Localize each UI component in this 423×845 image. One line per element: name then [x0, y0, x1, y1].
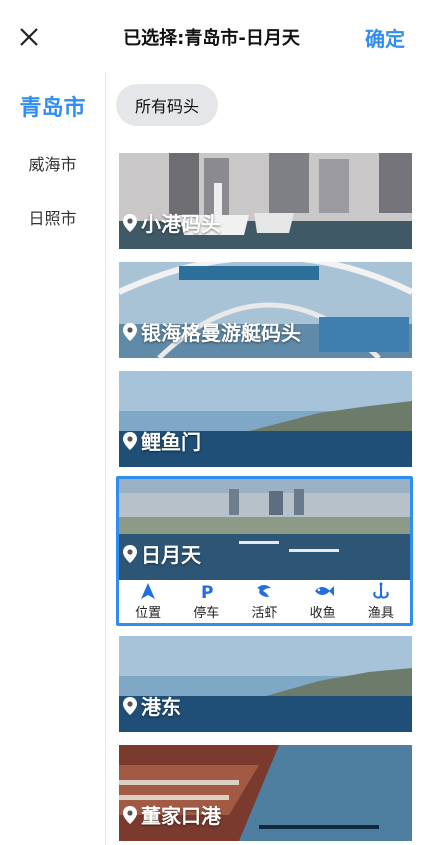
action-label: 收鱼: [309, 606, 336, 621]
dock-card-dongjiakou[interactable]: 董家口港: [119, 745, 412, 841]
location-pin-icon: [123, 431, 137, 450]
action-label: 渔具: [367, 606, 394, 621]
dock-name: 港东: [141, 695, 181, 719]
action-location[interactable]: 位置: [135, 582, 161, 621]
sidebar-divider: [105, 72, 106, 845]
dock-name: 银海格曼游艇码头: [141, 321, 301, 345]
dock-card-xiaogang[interactable]: 小港码头: [119, 153, 412, 249]
page-title: 已选择:青岛市-日月天: [123, 28, 300, 49]
dock-card-gangdong[interactable]: 港东: [119, 636, 412, 732]
location-pin-icon: [123, 213, 137, 232]
dock-name-row: 银海格曼游艇码头: [123, 317, 301, 346]
city-sidebar: 青岛市 威海市 日照市: [0, 72, 105, 845]
action-fishing-gear[interactable]: 渔具: [368, 582, 394, 621]
dock-name: 鲤鱼门: [141, 430, 201, 454]
top-bar: 已选择:青岛市-日月天 确定: [0, 0, 423, 72]
fish-icon: [314, 586, 334, 596]
location-pin-icon: [123, 322, 137, 341]
parking-icon: P: [201, 583, 213, 600]
action-label: 停车: [193, 606, 220, 621]
dock-name-row: 日月天: [123, 539, 201, 568]
action-live-shrimp[interactable]: 活虾: [251, 582, 277, 621]
sidebar-item-rizhao[interactable]: 日照市: [0, 205, 105, 229]
dock-name: 小港码头: [141, 212, 221, 236]
dock-name-row: 小港码头: [123, 208, 221, 237]
location-pin-icon: [123, 805, 137, 824]
dock-card-yinhai[interactable]: 银海格曼游艇码头: [119, 262, 412, 358]
fishing-hook-icon: [373, 582, 389, 599]
dock-name-row: 鲤鱼门: [123, 426, 201, 455]
sidebar-item-qingdao[interactable]: 青岛市: [0, 90, 105, 122]
selected-dock-card[interactable]: 日月天 位置 P 停车 活虾 收鱼 渔具: [116, 476, 413, 626]
dock-name-row: 董家口港: [123, 800, 221, 829]
dock-actions-bar: 位置 P 停车 活虾 收鱼 渔具: [119, 580, 410, 623]
dock-name: 日月天: [141, 543, 201, 567]
action-parking[interactable]: P 停车: [193, 582, 219, 621]
dock-card-riyuetian[interactable]: 日月天: [119, 479, 410, 580]
dock-name-row: 港东: [123, 691, 181, 720]
shrimp-icon: [257, 585, 272, 597]
action-label: 位置: [135, 606, 162, 621]
action-label: 活虾: [251, 606, 278, 621]
location-pin-icon: [123, 544, 137, 563]
sidebar-item-weihai[interactable]: 威海市: [0, 151, 105, 175]
dock-name: 董家口港: [141, 804, 221, 828]
navigation-arrow-icon: [141, 583, 156, 599]
confirm-button[interactable]: 确定: [365, 23, 405, 52]
all-docks-chip[interactable]: 所有码头: [116, 84, 218, 126]
dock-card-liyumen[interactable]: 鲤鱼门: [119, 371, 412, 467]
action-buy-fish[interactable]: 收鱼: [310, 582, 336, 621]
location-pin-icon: [123, 696, 137, 715]
svg-text:P: P: [201, 583, 213, 600]
